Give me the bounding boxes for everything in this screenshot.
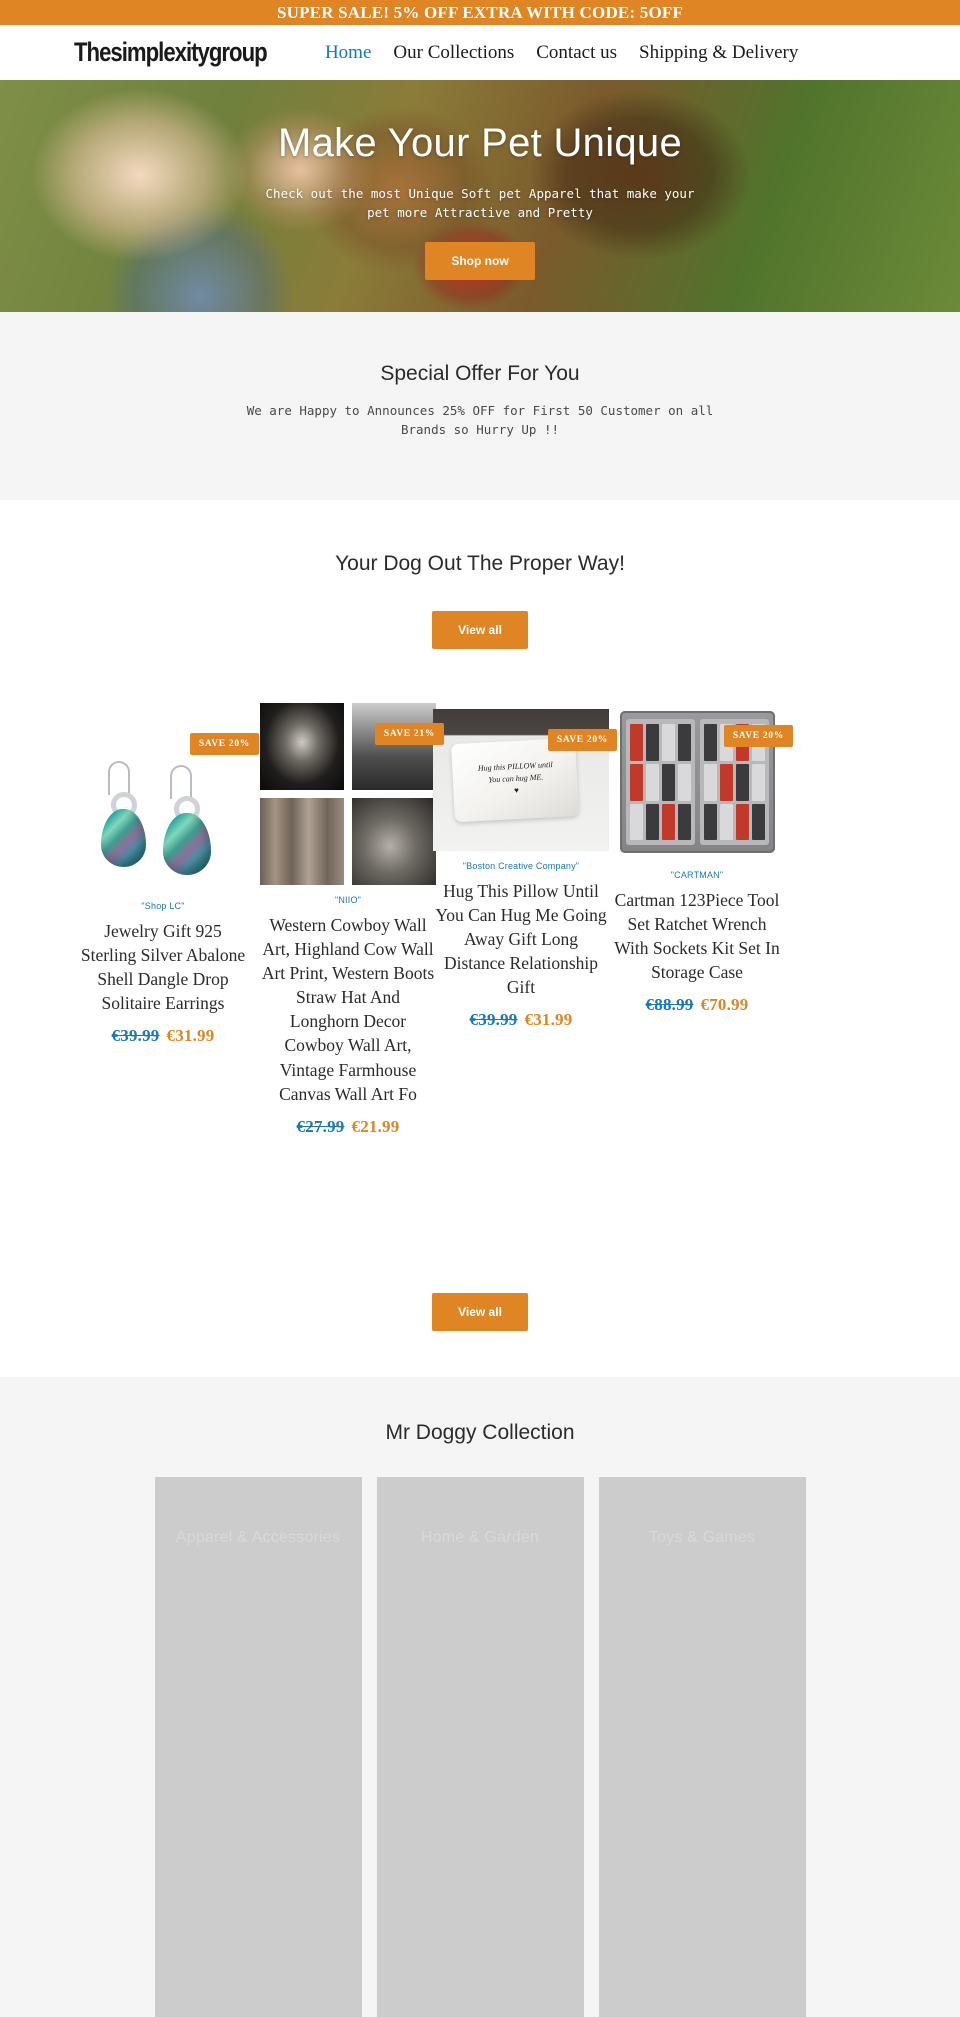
product-card[interactable]: SAVE 20% Hug this PILLOW until You can h…	[433, 708, 617, 1031]
product-price-group: €39.99 €31.99	[75, 1026, 251, 1046]
product-title[interactable]: Western Cowboy Wall Art, Highland Cow Wa…	[260, 913, 436, 1106]
boots-photo	[352, 797, 436, 885]
product-card[interactable]: SAVE 21% "NIIO" Western Cowboy Wall Art,…	[260, 702, 444, 1137]
hero-title: Make Your Pet Unique	[277, 121, 683, 165]
earring-left-icon	[101, 760, 146, 867]
discount-badge: SAVE 20%	[547, 728, 617, 751]
product-price-group: €88.99 €70.99	[609, 995, 785, 1015]
product-price-group: €27.99 €21.99	[260, 1117, 436, 1137]
view-all-button-top[interactable]: View all	[432, 610, 528, 649]
product-grid: SAVE 20% "Shop LC" Jewelry Gift 925 Ster…	[75, 702, 885, 1293]
collection-section: Mr Doggy Collection Apparel & Accessorie…	[0, 1376, 960, 2017]
product-media[interactable]: SAVE 20%	[75, 712, 259, 891]
pillow-printed-text: Hug this PILLOW until You can hug ME. ♥	[464, 758, 568, 799]
cowboy-hat-photo	[260, 702, 344, 790]
guitar-photo	[260, 797, 344, 885]
product-price-sale: €31.99	[524, 1010, 573, 1030]
product-vendor: "Shop LC"	[141, 900, 185, 911]
product-media[interactable]: SAVE 20% Hug this PILLOW until You can h…	[433, 708, 617, 851]
collection-tile-toys-games[interactable]: Toys & Games	[598, 1476, 806, 2017]
announcement-bar: SUPER SALE! 5% OFF EXTRA WITH CODE: 5OFF	[0, 0, 960, 25]
nav-item-shipping-delivery[interactable]: Shipping & Delivery	[639, 42, 798, 64]
shop-now-button[interactable]: Shop now	[425, 241, 535, 280]
announcement-text: SUPER SALE! 5% OFF EXTRA WITH CODE: 5OFF	[276, 2, 684, 22]
product-price-original: €27.99	[296, 1116, 345, 1136]
deals-view-all-bottom-row: View all	[0, 1292, 960, 1377]
product-price-group: €39.99 €31.99	[433, 1010, 609, 1030]
highland-cow-photo	[352, 702, 436, 790]
view-all-button-bottom[interactable]: View all	[432, 1292, 528, 1331]
hero-subtitle: Check out the most Unique Soft pet Appar…	[265, 186, 695, 221]
collection-tile-label: Home & Garden	[420, 1528, 540, 1546]
product-price-original: €39.99	[111, 1026, 160, 1046]
deals-section: Your Dog Out The Proper Way! View all SA…	[0, 499, 960, 1377]
product-vendor: "CARTMAN"	[670, 869, 724, 880]
site-header: Thesimplexitygroup Home Our Collections …	[0, 25, 960, 80]
product-title[interactable]: Jewelry Gift 925 Sterling Silver Abalone…	[75, 919, 251, 1016]
product-title[interactable]: Cartman 123Piece Tool Set Ratchet Wrench…	[609, 888, 785, 985]
deals-view-all-top-row: View all	[0, 610, 960, 649]
product-media[interactable]: SAVE 20%	[609, 704, 793, 860]
collection-tile-apparel-accessories[interactable]: Apparel & Accessories	[154, 1476, 362, 2017]
special-offer-section: Special Offer For You We are Happy to An…	[0, 312, 960, 500]
product-vendor: "Boston Creative Company"	[462, 860, 580, 871]
product-price-original: €39.99	[469, 1010, 518, 1030]
earring-right-icon	[163, 764, 211, 875]
special-offer-body: We are Happy to Announces 25% OFF for Fi…	[246, 403, 714, 438]
special-offer-title: Special Offer For You	[380, 362, 580, 385]
collection-title: Mr Doggy Collection	[385, 1420, 575, 1444]
collection-tile-label: Toys & Games	[648, 1528, 756, 1546]
hero-content: Make Your Pet Unique Check out the most …	[0, 80, 960, 312]
deals-title: Your Dog Out The Proper Way!	[335, 551, 625, 575]
collection-grid: Apparel & Accessories Home & Garden Toys…	[0, 1476, 960, 2017]
nav-item-home[interactable]: Home	[325, 42, 371, 64]
collection-tile-home-garden[interactable]: Home & Garden	[376, 1476, 584, 2017]
nav-item-our-collections[interactable]: Our Collections	[393, 42, 514, 64]
product-card[interactable]: SAVE 20% "CARTMAN" Cartman 123Piece Tool…	[609, 704, 793, 1016]
main-navigation: Home Our Collections Contact us Shipping…	[325, 42, 798, 64]
hero-banner: Make Your Pet Unique Check out the most …	[0, 80, 960, 312]
product-price-original: €88.99	[645, 995, 694, 1015]
nav-item-contact-us[interactable]: Contact us	[536, 42, 617, 64]
product-price-sale: €21.99	[351, 1116, 400, 1136]
discount-badge: SAVE 20%	[189, 732, 259, 755]
product-media[interactable]: SAVE 21%	[260, 702, 444, 885]
product-price-sale: €70.99	[700, 995, 749, 1015]
discount-badge: SAVE 21%	[374, 722, 444, 745]
collection-tile-label: Apparel & Accessories	[175, 1528, 341, 1546]
product-title[interactable]: Hug This Pillow Until You Can Hug Me Goi…	[433, 879, 609, 1000]
product-vendor: "NIIO"	[334, 894, 362, 905]
product-card[interactable]: SAVE 20% "Shop LC" Jewelry Gift 925 Ster…	[75, 712, 259, 1047]
product-price-sale: €31.99	[166, 1026, 215, 1046]
discount-badge: SAVE 20%	[723, 724, 793, 747]
site-logo[interactable]: Thesimplexitygroup	[74, 39, 268, 66]
